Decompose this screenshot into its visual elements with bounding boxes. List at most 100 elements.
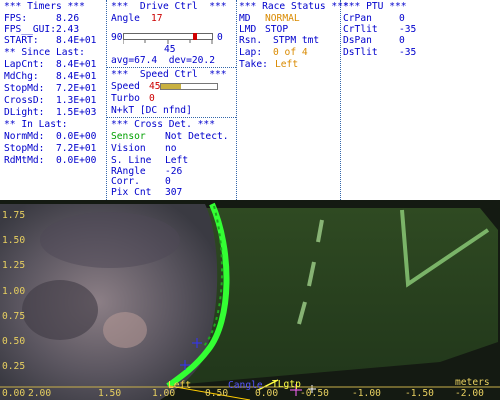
race-status-column: *** Race Status *** MD NORMAL LMD STOP R… xyxy=(239,0,349,200)
fps-gui-label: FPS__GUI: xyxy=(4,24,56,35)
fps-label: FPS: xyxy=(4,13,28,24)
y-tick: 1.00 xyxy=(2,286,26,297)
slider-left-label: 90 xyxy=(111,32,123,43)
y-tick: 1.25 xyxy=(2,260,26,271)
crossd-value: 1.3E+01 xyxy=(56,95,97,106)
stopmd2-value: 7.2E+01 xyxy=(56,143,97,154)
rdmtmd-label: RdMtMd: xyxy=(4,155,45,166)
divider xyxy=(107,117,236,118)
speed-value: 45 xyxy=(149,81,161,92)
x-tick: -1.00 xyxy=(352,388,381,399)
timers-title: *** Timers *** xyxy=(4,1,85,12)
fps-value: 8.26 xyxy=(56,13,80,24)
timers-column: *** Timers *** FPS: 8.26 FPS__GUI: 2.43 … xyxy=(4,0,104,200)
pixcnt-value: 307 xyxy=(165,187,183,198)
crpan-label: CrPan xyxy=(343,13,372,24)
fps-gui-value: 2.43 xyxy=(56,24,80,35)
since-last-title: ** Since Last: xyxy=(4,47,85,58)
dspan-label: DsPan xyxy=(343,35,372,46)
slider-center-label: 45 xyxy=(164,44,176,55)
divider xyxy=(107,67,236,68)
md-value: NORMAL xyxy=(265,13,300,24)
pixcnt-label: Pix Cnt xyxy=(111,187,152,198)
rdmtmd-value: 0.0E+00 xyxy=(56,155,97,166)
lapcnt-value: 8.4E+01 xyxy=(56,59,97,70)
y-tick: 0.25 xyxy=(2,361,26,372)
cangle-label: Cangle xyxy=(228,380,263,391)
telemetry-panel: *** Timers *** FPS: 8.26 FPS__GUI: 2.43 … xyxy=(0,0,500,200)
angle-slider-knob xyxy=(192,33,197,40)
speed-ctrl-title: *** Speed Ctrl *** xyxy=(111,69,227,80)
x-tick: -0.50 xyxy=(300,388,329,399)
dstilt-value: -35 xyxy=(399,47,417,58)
angle-label: Angle xyxy=(111,13,140,24)
speed-label: Speed xyxy=(111,81,140,92)
turbo-value: 0 xyxy=(149,93,155,104)
drive-column: *** Drive Ctrl *** Angle 17 90 0 45 avg=… xyxy=(109,0,237,200)
slider-right-label: 0 xyxy=(217,32,223,43)
vision-label: Vision xyxy=(111,143,146,154)
nkt-readout: N+kT [DC nfnd] xyxy=(111,105,192,116)
x-tick: -1.50 xyxy=(405,388,434,399)
normmd-value: 0.0E+00 xyxy=(56,131,97,142)
speed-bar-fill xyxy=(161,84,181,89)
lap-label: Lap: xyxy=(239,47,263,58)
units-label: meters xyxy=(455,377,490,388)
start-label: START: xyxy=(4,35,39,46)
avg-dev-readout: avg=67.4 dev=20.2 xyxy=(111,55,215,66)
crtilt-value: -35 xyxy=(399,24,417,35)
corr-value: 0 xyxy=(165,176,171,187)
take-value: Left xyxy=(275,59,299,70)
y-tick: 1.75 xyxy=(2,210,26,221)
corr-label: Corr. xyxy=(111,176,140,187)
sline-value: Left xyxy=(165,155,189,166)
mdchg-label: MdChg: xyxy=(4,71,39,82)
dlight-value: 1.5E+03 xyxy=(56,107,97,118)
y-tick: 1.50 xyxy=(2,235,26,246)
x-tick: 1.50 xyxy=(98,388,122,399)
angle-value: 17 xyxy=(151,13,163,24)
dlight-label: DLight: xyxy=(4,107,45,118)
divider xyxy=(106,0,107,200)
sline-label: S. Line xyxy=(111,155,152,166)
race-status-title: *** Race Status *** xyxy=(239,1,349,12)
y-tick: 0.00 xyxy=(2,388,26,399)
rsn-label: Rsn. xyxy=(239,35,263,46)
crtilt-label: CrTlit xyxy=(343,24,378,35)
stopmd-value: 7.2E+01 xyxy=(56,83,97,94)
lapcnt-label: LapCnt: xyxy=(4,59,45,70)
crossd-label: CrossD: xyxy=(4,95,45,106)
dstilt-label: DsTlit xyxy=(343,47,378,58)
speed-bar xyxy=(160,83,218,90)
crpan-value: 0 xyxy=(399,13,405,24)
mdchg-value: 8.4E+01 xyxy=(56,71,97,82)
camera-view xyxy=(0,200,500,400)
in-last-title: ** In Last: xyxy=(4,119,68,130)
ptu-column: *** PTU *** CrPan 0 CrTlit -35 DsPan 0 D… xyxy=(343,0,500,200)
cross-det-title: *** Cross Det. *** xyxy=(111,119,215,130)
take-label: Take: xyxy=(239,59,268,70)
md-label: MD xyxy=(239,13,251,24)
start-value: 8.4E+01 xyxy=(56,35,97,46)
angle-slider xyxy=(123,33,213,40)
drive-ctrl-title: *** Drive Ctrl *** xyxy=(111,1,227,12)
sensor-label: Sensor xyxy=(111,131,146,142)
x-tick: 2.00 xyxy=(28,388,52,399)
lmd-value: STOP xyxy=(265,24,289,35)
camera-image xyxy=(0,200,500,400)
lap-value: 0 of 4 xyxy=(273,47,308,58)
lmd-label: LMD xyxy=(239,24,257,35)
tangle-label: TLgtp xyxy=(272,379,301,390)
stopmd-label: StopMd: xyxy=(4,83,45,94)
vision-value: no xyxy=(165,143,177,154)
y-tick: 0.50 xyxy=(2,336,26,347)
stopmd2-label: StopMd: xyxy=(4,143,45,154)
x-tick: -2.00 xyxy=(455,388,484,399)
sensor-value: Not Detect. xyxy=(165,131,229,142)
turbo-label: Turbo xyxy=(111,93,140,104)
normmd-label: NormMd: xyxy=(4,131,45,142)
dspan-value: 0 xyxy=(399,35,405,46)
y-tick: 0.75 xyxy=(2,311,26,322)
x-tick: 0.50 xyxy=(205,388,229,399)
rsn-value: STPM tmt xyxy=(273,35,320,46)
